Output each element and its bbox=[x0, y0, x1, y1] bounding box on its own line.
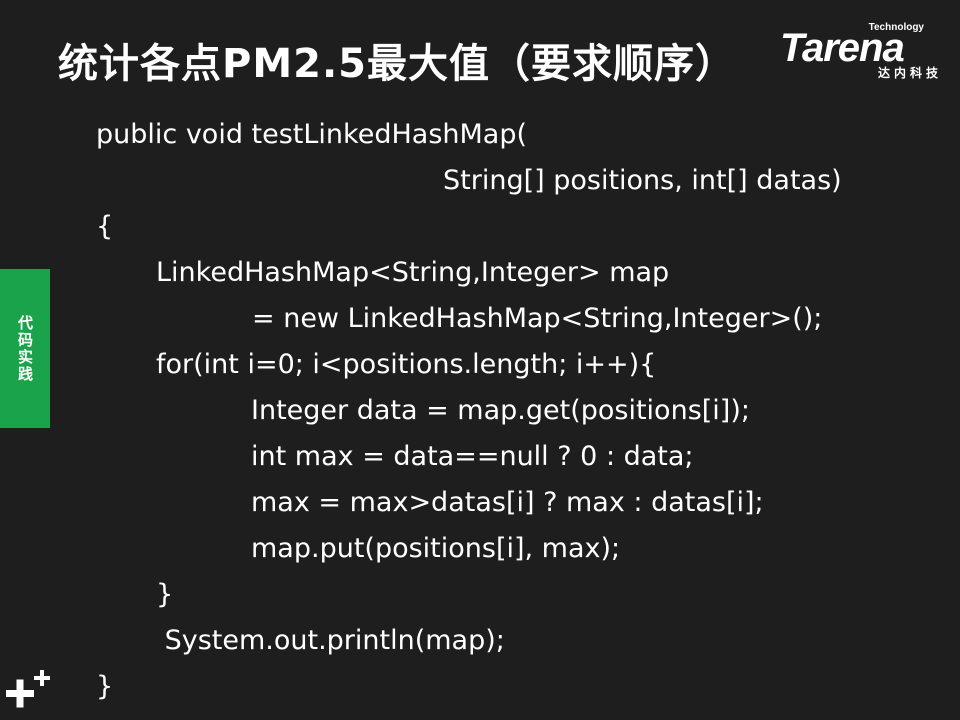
slide-title: 统计各点PM2.5最大值（要求顺序） bbox=[58, 41, 736, 87]
side-tab-label: 代码实践 bbox=[16, 314, 34, 383]
logo-cn-text: 达内科技 bbox=[877, 66, 942, 80]
code-line-9: max = max>datas[i] ? max : datas[i]; bbox=[251, 487, 764, 518]
tarena-logo: Technology Tarena 达内科技 bbox=[780, 22, 946, 84]
code-line-5: = new LinkedHashMap<String,Integer>(); bbox=[252, 303, 823, 334]
code-line-12: System.out.println(map); bbox=[156, 625, 505, 656]
code-line-7: Integer data = map.get(positions[i]); bbox=[251, 395, 750, 426]
code-line-8: int max = data==null ? 0 : data; bbox=[251, 441, 694, 472]
code-line-3: { bbox=[96, 211, 114, 242]
slide: 统计各点PM2.5最大值（要求顺序） Technology Tarena 达内科… bbox=[0, 0, 960, 720]
code-line-11: } bbox=[156, 579, 174, 610]
plus-icon bbox=[6, 670, 50, 708]
logo-name: Tarena bbox=[780, 26, 905, 70]
code-line-13: } bbox=[96, 671, 114, 702]
code-line-1: public void testLinkedHashMap( bbox=[96, 119, 528, 150]
code-line-4: LinkedHashMap<String,Integer> map bbox=[156, 257, 670, 288]
side-tab: 代码实践 bbox=[0, 269, 50, 428]
code-line-2: String[] positions, int[] datas) bbox=[443, 165, 842, 196]
code-line-10: map.put(positions[i], max); bbox=[251, 533, 621, 564]
code-line-6: for(int i=0; i<positions.length; i++){ bbox=[156, 349, 657, 380]
